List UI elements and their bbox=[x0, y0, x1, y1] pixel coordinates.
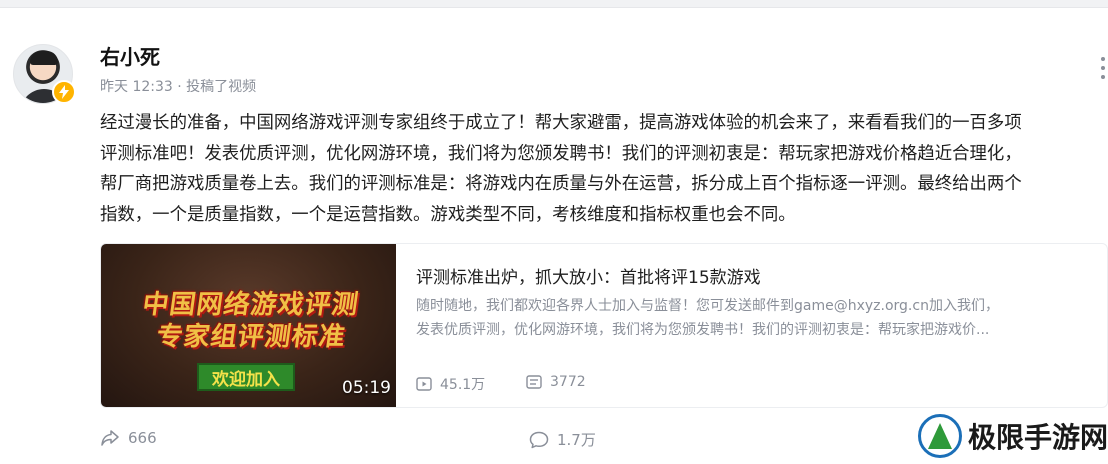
post-text-line: 评测标准吧！发表优质评测，优化网游环境，我们将为您颁发聘书！我们的评测初衷是：帮… bbox=[100, 143, 1022, 164]
more-icon[interactable] bbox=[1100, 57, 1106, 79]
author-name[interactable]: 右小死 bbox=[100, 41, 160, 70]
post-text: 经过漫长的准备，中国网络游戏评测专家组终于成立了！帮大家避雷，提高游戏体验的机会… bbox=[100, 108, 1100, 230]
post-text-line: 指数，一个是质量指数，一个是运营指数。游戏类型不同，考核维度和指标权重也会不同。 bbox=[100, 204, 796, 225]
lightning-icon bbox=[52, 80, 76, 104]
video-title[interactable]: 评测标准出炉，抓大放小：首批将评15款游戏 bbox=[416, 263, 761, 288]
danmaku-count: 3772 bbox=[526, 374, 586, 390]
watermark-text: 极限手游网 bbox=[968, 421, 1108, 454]
video-card[interactable]: 中国网络游戏评测 专家组评测标准 欢迎加入 05:19 评测标准出炉，抓大放小：… bbox=[100, 243, 1108, 408]
comment-button[interactable]: 1.7万 bbox=[529, 429, 596, 450]
danmaku-count-value: 3772 bbox=[550, 374, 586, 390]
share-count: 666 bbox=[128, 429, 157, 447]
post-meta: 昨天 12:33 · 投稿了视频 bbox=[100, 79, 257, 95]
watermark-logo bbox=[918, 414, 962, 458]
post-text-line: 帮厂商把游戏质量卷上去。我们的评测标准是：将游戏内在质量与外在运营，拆分成上百个… bbox=[100, 174, 1022, 194]
video-duration: 05:19 bbox=[342, 378, 391, 398]
site-watermark: 极限手游网 bbox=[918, 414, 1108, 458]
view-count: 45.1万 bbox=[416, 374, 485, 394]
share-button[interactable]: 666 bbox=[100, 429, 157, 447]
danmaku-icon bbox=[526, 375, 542, 389]
video-description: 随时随地，我们都欢迎各界人士加入与监督！您可发送邮件到game@hxyz.org… bbox=[416, 294, 1081, 342]
post-text-line: 经过漫长的准备，中国网络游戏评测专家组终于成立了！帮大家避雷，提高游戏体验的机会… bbox=[100, 113, 1022, 133]
top-divider bbox=[0, 0, 1108, 8]
video-thumbnail[interactable]: 中国网络游戏评测 专家组评测标准 欢迎加入 05:19 bbox=[101, 244, 396, 407]
avatar-hair bbox=[30, 51, 58, 65]
video-description-line: 随时随地，我们都欢迎各界人士加入与监督！您可发送邮件到game@hxyz.org… bbox=[416, 298, 999, 314]
thumbnail-join-label: 欢迎加入 bbox=[197, 363, 295, 391]
thumbnail-subheadline: 专家组评测标准 bbox=[154, 322, 348, 352]
comment-count: 1.7万 bbox=[557, 431, 596, 449]
video-description-line: 发表优质评测，优化网游环境，我们将为您颁发聘书！我们的评测初衷是：帮玩家把游戏价… bbox=[416, 322, 990, 338]
play-count-icon bbox=[416, 377, 432, 391]
comment-icon bbox=[529, 431, 549, 448]
view-count-value: 45.1万 bbox=[440, 377, 486, 393]
share-icon bbox=[101, 430, 119, 446]
